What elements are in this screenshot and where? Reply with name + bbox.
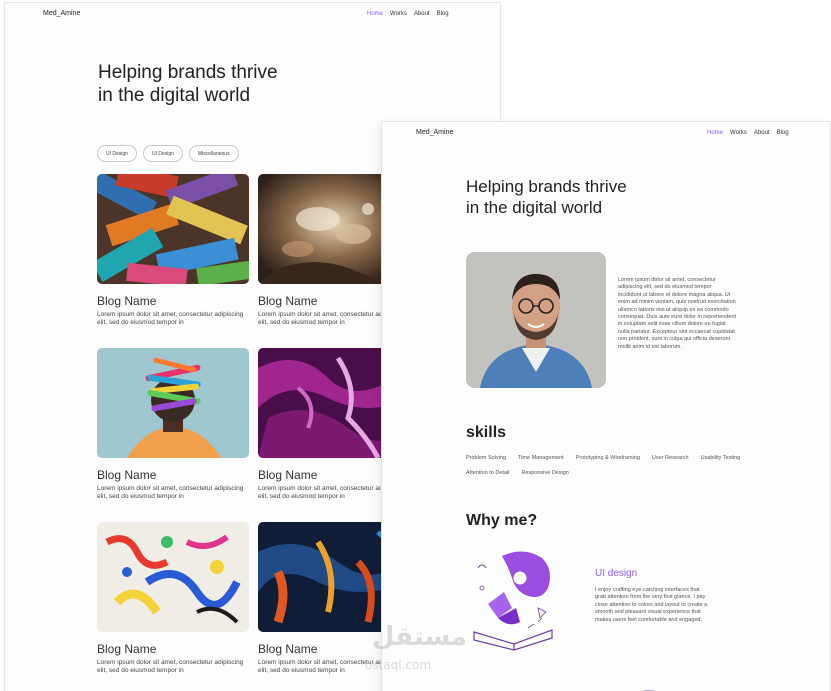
mostaql-watermark: مستقل ostaql.com	[355, 622, 467, 678]
site-logo[interactable]: Med_Amine	[416, 129, 453, 136]
top-nav: Med_Amine Home Works About Blog	[5, 3, 500, 25]
skill-item: Attention to Detail	[466, 470, 510, 476]
filter-chip-ui-design[interactable]: UI Design	[97, 145, 137, 162]
hero-heading: Helping brands thrive in the digital wor…	[466, 176, 627, 218]
nav-links: Home Works About Blog	[707, 130, 789, 136]
skill-item: Responsive Design	[521, 470, 569, 476]
decorative-arc	[642, 690, 656, 691]
nav-link-home[interactable]: Home	[707, 130, 723, 136]
ui-design-illustration	[468, 548, 558, 652]
skill-item: Time Management	[518, 455, 564, 461]
blog-card-excerpt: Lorem ipsum dolor sit amet, consectetur …	[97, 311, 244, 326]
hero-heading: Helping brands thrive in the digital wor…	[98, 61, 278, 107]
watermark-arabic-text: مستقل	[371, 622, 467, 652]
nav-link-about[interactable]: About	[414, 11, 430, 17]
hero-line-1: Helping brands thrive	[98, 62, 278, 83]
blog-thumbnail-paintbrushes	[97, 174, 249, 284]
nav-link-home[interactable]: Home	[367, 11, 383, 17]
profile-photo	[466, 252, 606, 388]
blog-card-excerpt: Lorem ipsum dolor sit amet, consectetur …	[97, 485, 244, 500]
blog-card-title: Blog Name	[97, 294, 157, 308]
skills-list: Problem Solving Time Management Prototyp…	[466, 455, 746, 476]
why-item-description: I enjoy crafting eye-catching interfaces…	[595, 587, 708, 623]
bio-paragraph: Lorem ipsum dolor sit amet, consectetur …	[618, 277, 737, 350]
blog-card[interactable]: Blog Name Lorem ipsum dolor sit amet, co…	[97, 522, 249, 675]
top-nav: Med_Amine Home Works About Blog	[382, 122, 830, 144]
hero-line-1: Helping brands thrive	[466, 177, 627, 196]
nav-link-works[interactable]: Works	[390, 11, 407, 17]
skill-item: Problem Solving	[466, 455, 507, 461]
blog-card-title: Blog Name	[97, 642, 157, 656]
filter-chip-miscellaneous[interactable]: Miscellaneous	[188, 145, 239, 162]
blog-thumbnail-paint-face	[97, 348, 249, 458]
blog-card[interactable]: Blog Name Lorem ipsum dolor sit amet, co…	[97, 174, 249, 327]
skills-heading: skills	[466, 424, 507, 441]
nav-links: Home Works About Blog	[367, 11, 449, 17]
filter-chip-ui-design-2[interactable]: UI Design	[142, 145, 183, 162]
blog-card-excerpt: Lorem ipsum dolor sit amet, consectetur …	[97, 659, 244, 674]
skill-item: Prototyping & Wireframing	[575, 455, 640, 461]
nav-link-about[interactable]: About	[754, 130, 770, 136]
hero-line-2: in the digital world	[98, 85, 251, 106]
why-item-title: UI design	[595, 568, 638, 579]
skill-item: User Research	[651, 455, 689, 461]
blog-card-title: Blog Name	[97, 468, 157, 482]
site-logo[interactable]: Med_Amine	[43, 10, 80, 17]
blog-card[interactable]: Blog Name Lorem ipsum dolor sit amet, co…	[97, 348, 249, 501]
about-page-preview: Med_Amine Home Works About Blog Helping …	[381, 121, 831, 691]
skill-item: Usability Testing	[700, 455, 741, 461]
why-me-heading: Why me?	[466, 512, 538, 529]
watermark-latin-text: ostaql.com	[365, 658, 432, 672]
blog-thumbnail-abstract-splash	[97, 522, 249, 632]
nav-link-blog[interactable]: Blog	[777, 130, 789, 136]
nav-link-works[interactable]: Works	[730, 130, 747, 136]
hero-line-2: in the digital world	[466, 198, 603, 217]
nav-link-blog[interactable]: Blog	[437, 11, 449, 17]
category-filters: UI Design UI Design Miscellaneous	[97, 145, 239, 162]
